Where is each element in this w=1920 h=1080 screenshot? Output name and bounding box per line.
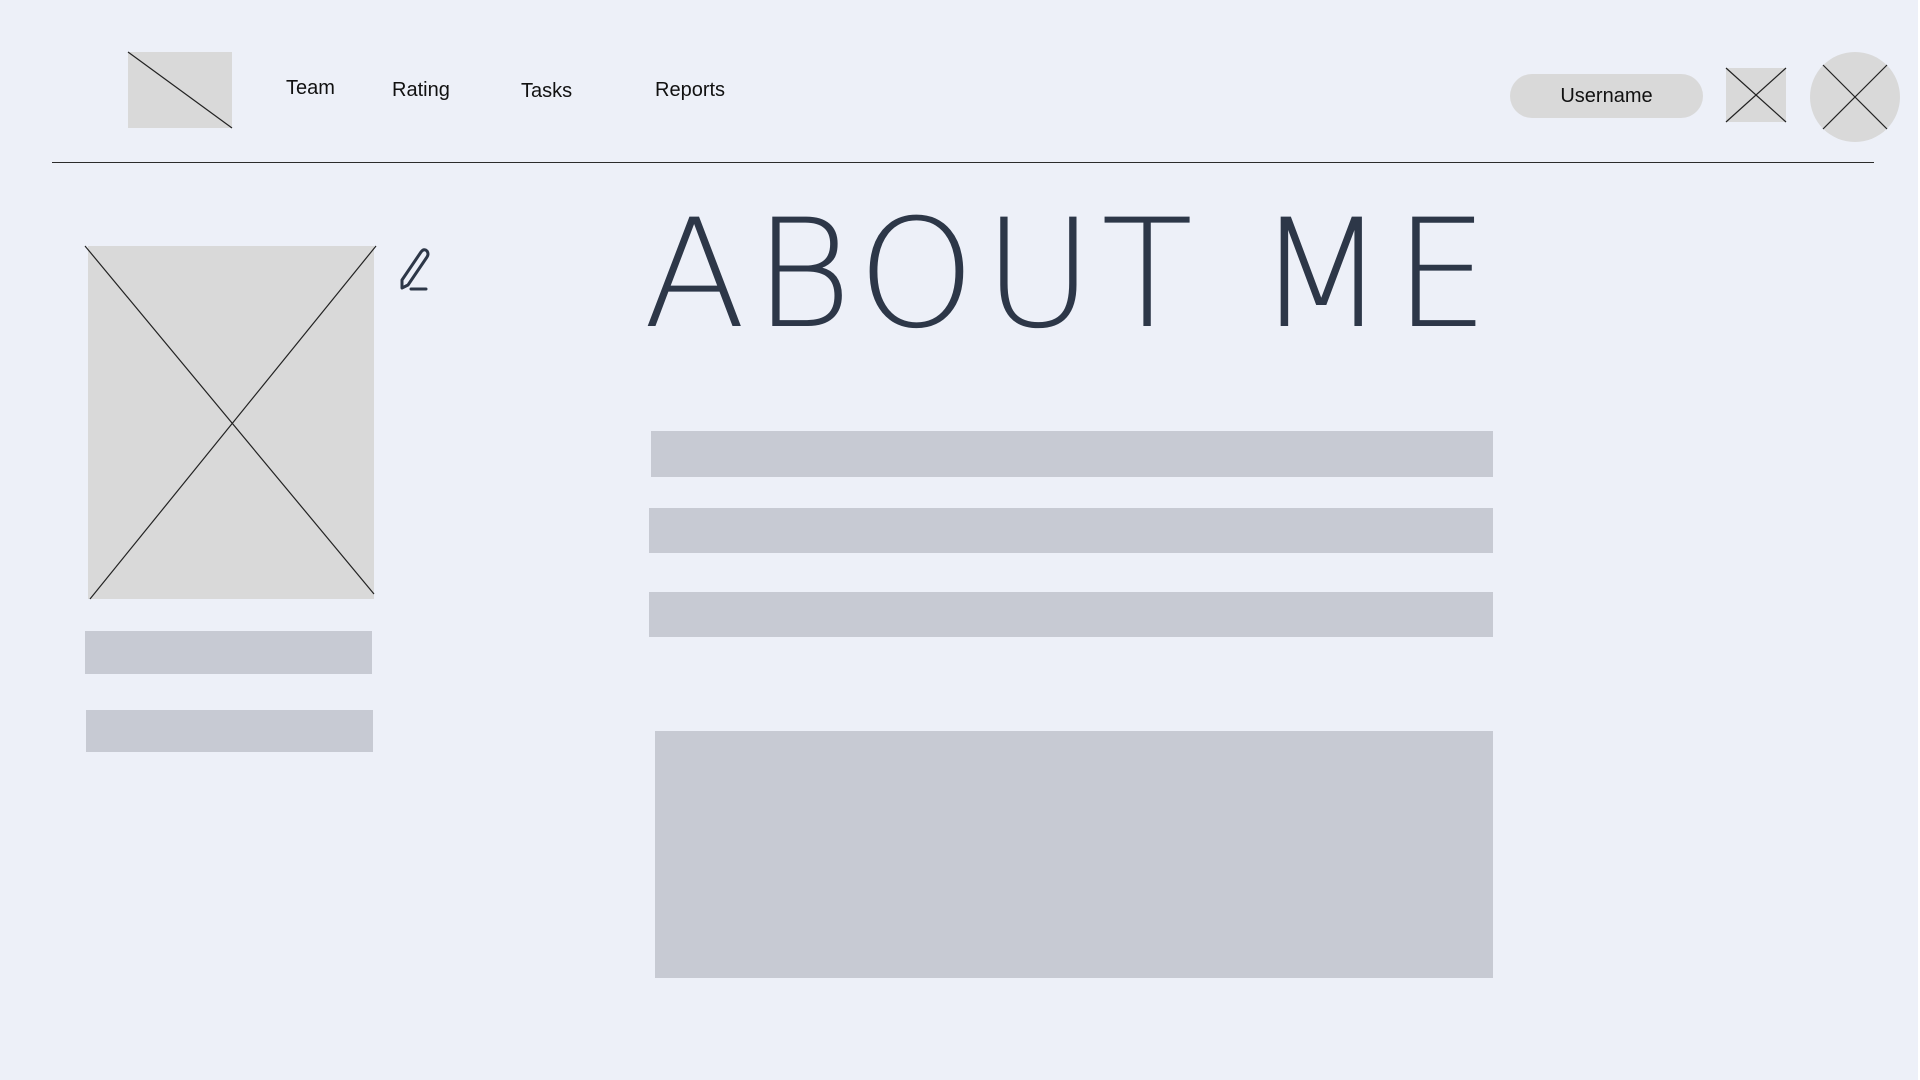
about-text-block — [655, 731, 1493, 978]
nav-item-reports[interactable]: Reports — [655, 79, 725, 102]
logo-placeholder[interactable] — [127, 51, 233, 129]
nav-item-tasks[interactable]: Tasks — [521, 80, 572, 103]
pencil-icon — [400, 248, 430, 291]
page-frame: Team Rating Tasks Reports Username ABOUT… — [0, 0, 1918, 1080]
username-button[interactable]: Username — [1510, 74, 1703, 118]
notification-placeholder[interactable] — [1725, 67, 1787, 123]
image-placeholder-icon — [1822, 64, 1888, 130]
edit-profile-button[interactable] — [396, 244, 434, 294]
about-text-line — [651, 431, 1493, 477]
image-placeholder-icon — [1725, 67, 1787, 123]
profile-info-line — [86, 710, 373, 752]
nav-item-rating[interactable]: Rating — [392, 79, 450, 102]
about-text-line — [649, 508, 1493, 553]
profile-info-line — [85, 631, 372, 674]
nav-item-team[interactable]: Team — [286, 77, 335, 100]
profile-photo-placeholder — [84, 245, 377, 600]
username-label: Username — [1560, 84, 1653, 107]
about-text-line — [649, 592, 1493, 637]
avatar[interactable] — [1810, 52, 1900, 142]
image-placeholder-icon — [127, 51, 233, 129]
page-title: ABOUT ME — [643, 188, 1497, 362]
header-divider — [52, 162, 1874, 163]
image-placeholder-icon — [84, 245, 377, 600]
